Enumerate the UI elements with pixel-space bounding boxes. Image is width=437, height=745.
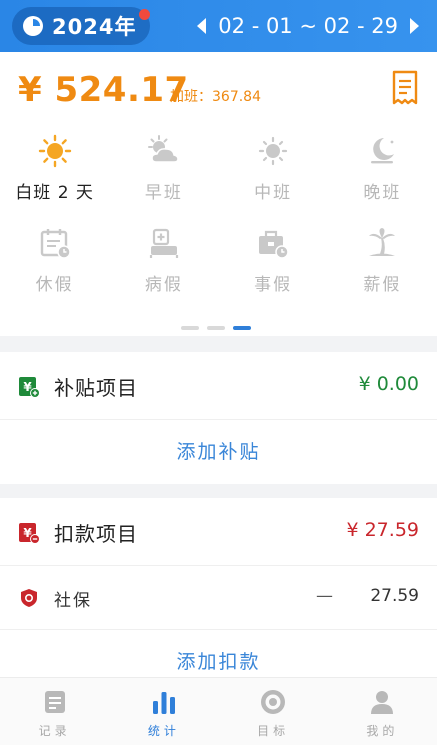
deduction-item-dash: — [316, 586, 333, 606]
shift-label: 中班 [254, 183, 293, 203]
tab-statistics[interactable]: 统计 [109, 678, 218, 745]
year-label: 2024年 [52, 15, 137, 39]
bottom-tab-bar: 记录 统计 目标 我的 [0, 677, 437, 745]
page-indicator [181, 326, 251, 330]
total-amount: ¥ 524.17 [18, 70, 189, 110]
shift-label: 事假 [254, 275, 293, 295]
shift-rest[interactable]: 休假 [0, 224, 109, 316]
shield-icon [21, 589, 37, 607]
pie-chart-icon [23, 16, 43, 36]
date-range-selector: 02 - 01 ~ 02 - 29 [197, 12, 419, 40]
shift-night[interactable]: 晚班 [328, 132, 437, 224]
deduction-item-name: 社保 [54, 591, 92, 611]
subsidy-total: ¥ 0.00 [358, 373, 419, 395]
tab-label: 统计 [147, 724, 180, 738]
deduction-total: ¥ 27.59 [346, 519, 419, 541]
tab-label: 记录 [38, 724, 71, 738]
subsidy-section: ¥ 补贴项目 ¥ 0.00 添加补贴 [0, 352, 437, 484]
shift-paid-leave[interactable]: 薪假 [328, 224, 437, 316]
subsidy-title: 补贴项目 [54, 376, 138, 400]
shift-label: 病假 [144, 275, 183, 295]
top-header: 2024年 02 - 01 ~ 02 - 29 [0, 0, 437, 52]
shift-label: 白班 2 天 [15, 183, 94, 203]
tab-label: 我的 [366, 724, 399, 738]
subsidy-icon: ¥ [19, 377, 40, 398]
tab-profile[interactable]: 我的 [328, 678, 437, 745]
receipt-icon[interactable] [391, 70, 419, 106]
subsidy-header: ¥ 补贴项目 ¥ 0.00 [0, 352, 437, 420]
moon-icon [371, 138, 395, 164]
hospital-bed-icon [149, 228, 178, 258]
date-range-label[interactable]: 02 - 01 ~ 02 - 29 [218, 14, 398, 38]
bar-chart-icon [152, 692, 175, 714]
sun-small-icon [259, 136, 288, 166]
add-subsidy-button[interactable]: 添加补贴 [0, 420, 437, 484]
shift-label: 早班 [144, 183, 183, 203]
cloud-sun-icon [147, 135, 179, 163]
document-icon [44, 691, 65, 713]
page-dot [207, 326, 225, 330]
next-period-button[interactable] [410, 18, 419, 34]
user-icon [371, 691, 394, 714]
target-icon [261, 690, 286, 714]
shift-sick[interactable]: 病假 [109, 224, 218, 316]
sun-icon [38, 134, 71, 168]
shift-personal[interactable]: 事假 [219, 224, 328, 316]
deduction-header: ¥ 扣款项目 ¥ 27.59 [0, 498, 437, 566]
previous-period-button[interactable] [197, 18, 207, 34]
overtime-amount: 加班：367.84 [170, 89, 261, 105]
shift-label: 薪假 [363, 275, 402, 295]
notification-dot [139, 9, 150, 20]
deduction-title: 扣款项目 [54, 522, 138, 546]
deduction-item-social-insurance[interactable]: 社保 — 27.59 [0, 566, 437, 630]
tab-label: 目标 [257, 724, 290, 738]
shift-day[interactable]: 白班 2 天 [0, 132, 109, 224]
calendar-icon [40, 229, 71, 259]
shift-label: 休假 [35, 275, 74, 295]
shift-label: 晚班 [363, 183, 402, 203]
shift-early[interactable]: 早班 [109, 132, 218, 224]
deduction-icon: ¥ [19, 523, 40, 544]
shift-type-grid: 白班 2 天 早班 中班 晚班 休假 病假 事假 薪假 [0, 132, 437, 316]
tab-record[interactable]: 记录 [0, 678, 109, 745]
deduction-section: ¥ 扣款项目 ¥ 27.59 社保 — 27.59 添加扣款 [0, 498, 437, 694]
tab-goal[interactable]: 目标 [219, 678, 328, 745]
page-dot-active [233, 326, 251, 330]
page-dot [181, 326, 199, 330]
shift-middle[interactable]: 中班 [219, 132, 328, 224]
briefcase-icon [259, 230, 289, 259]
year-selector[interactable]: 2024年 [12, 7, 150, 45]
palm-tree-icon [369, 228, 396, 256]
salary-summary-card: ¥ 524.17 加班：367.84 白班 2 天 早班 中班 晚班 休假 病假… [0, 52, 437, 336]
deduction-item-value: 27.59 [370, 586, 419, 606]
